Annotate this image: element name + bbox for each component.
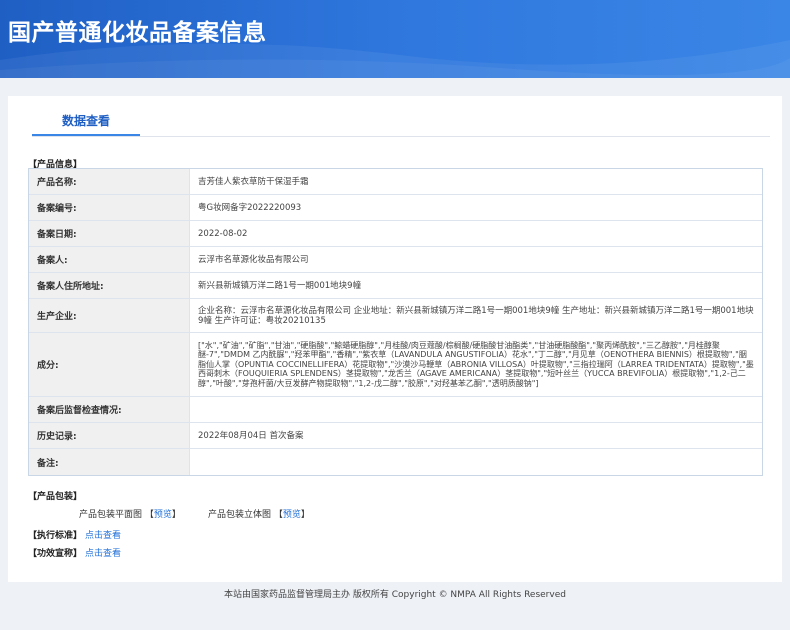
package-solid-preview-link[interactable]: 预览 [283,510,301,520]
page-header: 国产普通化妆品备案信息 [0,0,790,78]
bracket-open: 【 [144,510,154,520]
product-name-value: 吉芳佳人紫衣草防干保湿手霜 [198,176,309,187]
inspection-value [190,397,762,422]
bracket-close: 】 [171,510,181,520]
table-row: 备案日期: 2022-08-02 [29,221,762,247]
row-label: 历史记录: [29,423,190,448]
row-label: 备注: [29,449,190,475]
table-row: 备注: [29,449,762,475]
standard-view-link[interactable]: 点击查看 [85,528,121,541]
package-flat-preview-link[interactable]: 预览 [154,510,172,520]
table-row: 备案编号: 粤G妆网备字2022220093 [29,195,762,221]
bracket-close: 】 [300,510,310,520]
remarks-value [190,449,762,475]
efficacy-view-link[interactable]: 点击查看 [85,546,121,559]
manufacturer-value: 企业名称：云浮市名草源化妆品有限公司 企业地址：新兴县新城镇万洋二路1号一期00… [198,305,754,326]
record-number-value: 粤G妆网备字2022220093 [198,202,302,213]
tab-divider [32,136,770,137]
table-row: 历史记录: 2022年08月04日 首次备案 [29,423,762,449]
row-label: 产品名称: [29,169,190,194]
table-row: 成分: ["水","矿油","矿脂","甘油","硬脂酸","鲸蜡硬脂醇","月… [29,333,762,397]
package-solid-item: 产品包装立体图 【预览】 [208,507,310,520]
row-label: 备案人住所地址: [29,273,190,298]
row-label: 成分: [29,333,190,396]
product-info-table: 产品名称: 吉芳佳人紫衣草防干保湿手霜 备案编号: 粤G妆网备字20222200… [28,168,763,476]
registrant-value: 云浮市名草源化妆品有限公司 [198,254,309,265]
package-flat-label: 产品包装平面图 [79,510,143,520]
content-panel: 数据查看 【产品信息】 产品名称: 吉芳佳人紫衣草防干保湿手霜 备案编号: 粤G… [8,96,782,582]
package-flat-item: 产品包装平面图 【预览】 [79,507,181,520]
package-solid-label: 产品包装立体图 [208,510,272,520]
registrant-address-value: 新兴县新城镇万洋二路1号一期001地块9幢 [198,280,362,291]
row-label: 备案日期: [29,221,190,246]
section-efficacy: 【功效宣称】 [28,549,83,559]
ingredients-value: ["水","矿油","矿脂","甘油","硬脂酸","鲸蜡硬脂醇","月桂酸/肉… [198,340,754,388]
section-standard: 【执行标准】 [28,531,83,541]
tab-data-view[interactable]: 数据查看 [32,112,140,136]
row-label: 备案人: [29,247,190,272]
record-date-value: 2022-08-02 [198,228,248,239]
row-label: 备案编号: [29,195,190,220]
footer-copyright: 本站由国家药品监督管理局主办 版权所有 Copyright © NMPA All… [224,590,566,600]
table-row: 生产企业: 企业名称：云浮市名草源化妆品有限公司 企业地址：新兴县新城镇万洋二路… [29,299,762,333]
history-value: 2022年08月04日 首次备案 [198,430,304,441]
page-title: 国产普通化妆品备案信息 [8,20,267,46]
table-row: 备案人住所地址: 新兴县新城镇万洋二路1号一期001地块9幢 [29,273,762,299]
table-row: 产品名称: 吉芳佳人紫衣草防干保湿手霜 [29,169,762,195]
section-product-package: 【产品包装】 [28,492,83,502]
table-row: 备案人: 云浮市名草源化妆品有限公司 [29,247,762,273]
bracket-open: 【 [273,510,283,520]
row-label: 备案后监督检查情况: [29,397,190,422]
table-row: 备案后监督检查情况: [29,397,762,423]
row-label: 生产企业: [29,299,190,332]
